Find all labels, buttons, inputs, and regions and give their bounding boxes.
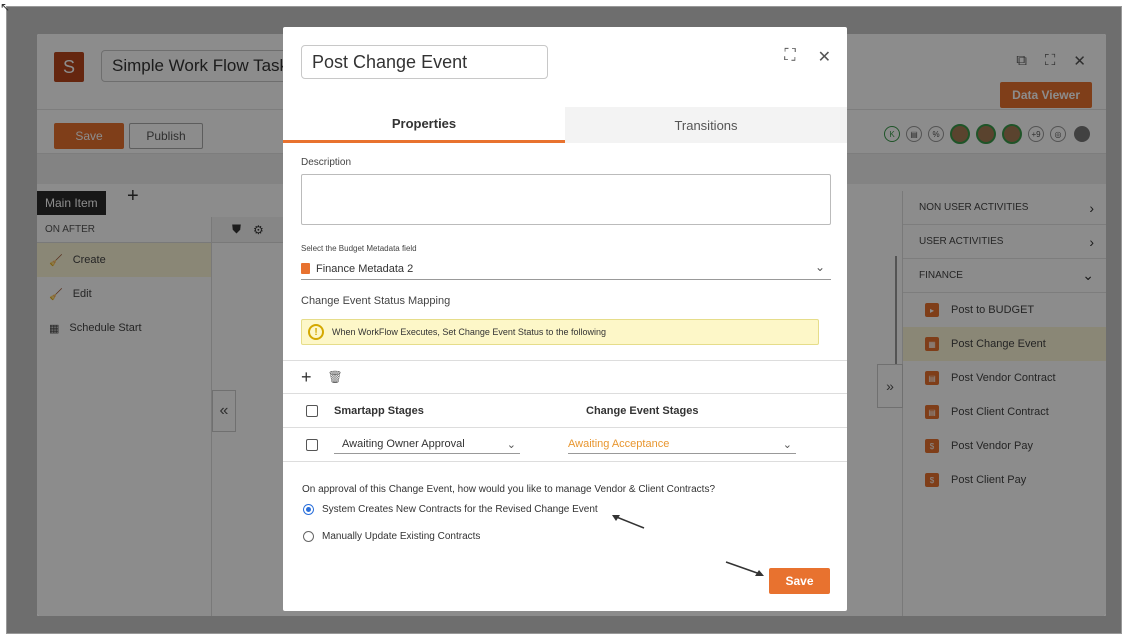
option-system-creates[interactable]: System Creates New Contracts for the Rev… [303, 504, 598, 515]
fullscreen-icon[interactable]: ⛶ [784, 47, 795, 67]
trash-icon[interactable]: 🗑 [328, 370, 343, 384]
select-all-checkbox[interactable] [306, 404, 318, 417]
radio-button[interactable] [303, 504, 314, 515]
option-label: Manually Update Existing Contracts [322, 531, 481, 542]
radio-button[interactable] [303, 531, 314, 542]
add-row-icon[interactable]: + [301, 367, 312, 388]
annotation-arrow [612, 515, 645, 529]
dialog-title-input[interactable]: Post Change Event [301, 45, 548, 79]
info-notice: ! When WorkFlow Executes, Set Change Eve… [301, 319, 819, 345]
table-header: Smartapp Stages Change Event Stages [283, 394, 847, 428]
dialog-tabs: Properties Transitions [283, 107, 847, 143]
mapping-label: Change Event Status Mapping [301, 295, 451, 307]
tab-transitions[interactable]: Transitions [565, 107, 847, 143]
row-checkbox[interactable] [306, 438, 318, 451]
smartapp-stage-select[interactable]: Awaiting Owner Approval ⌄ [334, 436, 520, 454]
table-actions: + 🗑 [283, 360, 847, 394]
chevron-down-icon: ⌄ [814, 260, 825, 274]
select-value: Awaiting Acceptance [568, 438, 670, 450]
option-label: System Creates New Contracts for the Rev… [322, 504, 598, 515]
notice-text: When WorkFlow Executes, Set Change Event… [332, 327, 606, 337]
description-textarea[interactable] [301, 174, 831, 225]
description-label: Description [301, 157, 352, 168]
warning-icon: ! [308, 324, 324, 340]
tab-properties[interactable]: Properties [283, 107, 565, 143]
cursor-icon: ↖ [0, 0, 11, 14]
annotation-arrow [725, 561, 764, 576]
option-manually-update[interactable]: Manually Update Existing Contracts [303, 531, 480, 542]
chevron-down-icon: ⌄ [782, 438, 792, 451]
select-value: Awaiting Owner Approval [342, 438, 465, 450]
column-header: Change Event Stages [586, 404, 699, 417]
budget-field-label: Select the Budget Metadata field [301, 244, 417, 253]
dialog-save-button[interactable]: Save [769, 568, 830, 594]
chevron-down-icon: ⌄ [506, 438, 516, 451]
dialog-icons: ⛶ ✕ [784, 47, 831, 67]
budget-metadata-select[interactable]: Finance Metadata 2 ⌄ [301, 258, 831, 280]
document-icon [301, 263, 310, 274]
table-row: Awaiting Owner Approval ⌄ Awaiting Accep… [283, 428, 847, 462]
change-event-stage-select[interactable]: Awaiting Acceptance ⌄ [568, 436, 796, 454]
budget-field-value: Finance Metadata 2 [316, 262, 414, 275]
close-icon[interactable]: ✕ [818, 47, 831, 67]
contracts-question: On approval of this Change Event, how wo… [302, 484, 716, 495]
column-header: Smartapp Stages [334, 404, 424, 417]
post-change-event-dialog: Post Change Event ⛶ ✕ Properties Transit… [283, 27, 847, 611]
